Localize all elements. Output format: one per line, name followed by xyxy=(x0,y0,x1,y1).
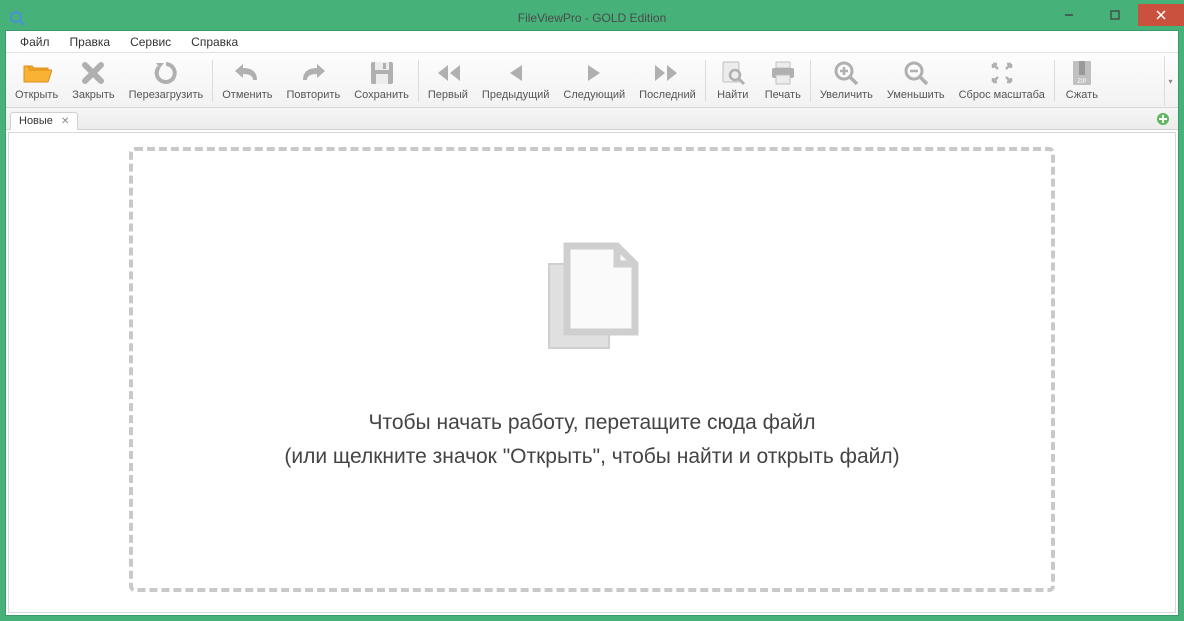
menu-file[interactable]: Файл xyxy=(10,32,60,52)
menu-help[interactable]: Справка xyxy=(181,32,248,52)
reload-icon xyxy=(151,59,181,87)
prev-icon xyxy=(501,59,531,87)
dropzone-text: Чтобы начать работу, перетащите сюда фай… xyxy=(284,406,899,473)
prev-label: Предыдущий xyxy=(482,89,549,101)
window-title: FileViewPro - GOLD Edition xyxy=(5,11,1179,25)
zoom-in-button[interactable]: Увеличить xyxy=(813,56,880,106)
separator xyxy=(1054,60,1055,102)
dropzone-line2: (или щелкните значок "Открыть", чтобы на… xyxy=(284,440,899,474)
last-button[interactable]: Последний xyxy=(632,56,703,106)
zoom-out-icon xyxy=(901,59,931,87)
maximize-button[interactable] xyxy=(1092,4,1138,26)
undo-button[interactable]: Отменить xyxy=(215,56,279,106)
first-button[interactable]: Первый xyxy=(421,56,475,106)
separator xyxy=(212,60,213,102)
first-label: Первый xyxy=(428,89,468,101)
tab-close-icon[interactable]: ✕ xyxy=(61,116,69,127)
separator xyxy=(705,60,706,102)
redo-button[interactable]: Повторить xyxy=(280,56,348,106)
folder-open-icon xyxy=(22,59,52,87)
workspace: Чтобы начать работу, перетащите сюда фай… xyxy=(8,132,1176,613)
separator xyxy=(810,60,811,102)
find-label: Найти xyxy=(717,89,748,101)
tabbar: Новые ✕ xyxy=(6,108,1178,130)
reload-button[interactable]: Перезагрузить xyxy=(122,56,211,106)
drop-zone[interactable]: Чтобы начать работу, перетащите сюда фай… xyxy=(129,147,1055,592)
toolbar: Открыть Закрыть Перезагрузить Отменить xyxy=(6,53,1178,108)
next-icon xyxy=(579,59,609,87)
find-button[interactable]: Найти xyxy=(708,56,758,106)
zoom-in-label: Увеличить xyxy=(820,89,873,101)
save-label: Сохранить xyxy=(354,89,409,101)
add-tab-button[interactable] xyxy=(1156,112,1170,126)
next-button[interactable]: Следующий xyxy=(556,56,632,106)
minimize-button[interactable] xyxy=(1046,4,1092,26)
open-label: Открыть xyxy=(15,89,58,101)
next-label: Следующий xyxy=(563,89,625,101)
find-icon xyxy=(718,59,748,87)
last-icon xyxy=(652,59,682,87)
save-icon xyxy=(367,59,397,87)
zoom-in-icon xyxy=(831,59,861,87)
redo-icon xyxy=(298,59,328,87)
separator xyxy=(418,60,419,102)
open-button[interactable]: Открыть xyxy=(8,56,65,106)
zoom-reset-label: Сброс масштаба xyxy=(959,89,1045,101)
tab-label: Новые xyxy=(19,115,53,127)
x-icon xyxy=(78,59,108,87)
undo-icon xyxy=(232,59,262,87)
reload-label: Перезагрузить xyxy=(129,89,204,101)
save-button[interactable]: Сохранить xyxy=(347,56,416,106)
compress-button[interactable]: ZIP Сжать xyxy=(1057,56,1107,106)
menu-edit[interactable]: Правка xyxy=(60,32,121,52)
zoom-out-button[interactable]: Уменьшить xyxy=(880,56,952,106)
print-label: Печать xyxy=(765,89,801,101)
close-label: Закрыть xyxy=(72,89,114,101)
close-file-button[interactable]: Закрыть xyxy=(65,56,121,106)
app-icon xyxy=(9,10,25,26)
documents-icon xyxy=(537,236,647,356)
zoom-out-label: Уменьшить xyxy=(887,89,945,101)
toolbar-overflow[interactable]: ▾ xyxy=(1164,56,1176,106)
prev-button[interactable]: Предыдущий xyxy=(475,56,556,106)
compress-label: Сжать xyxy=(1066,89,1098,101)
zoom-reset-icon xyxy=(987,59,1017,87)
zoom-reset-button[interactable]: Сброс масштаба xyxy=(952,56,1052,106)
menu-service[interactable]: Сервис xyxy=(120,32,181,52)
print-icon xyxy=(768,59,798,87)
titlebar: FileViewPro - GOLD Edition xyxy=(5,5,1179,30)
dropzone-line1: Чтобы начать работу, перетащите сюда фай… xyxy=(284,406,899,440)
first-icon xyxy=(433,59,463,87)
svg-text:ZIP: ZIP xyxy=(1077,79,1086,85)
redo-label: Повторить xyxy=(287,89,341,101)
undo-label: Отменить xyxy=(222,89,272,101)
menubar: Файл Правка Сервис Справка xyxy=(6,31,1178,53)
last-label: Последний xyxy=(639,89,696,101)
close-button[interactable] xyxy=(1138,4,1184,26)
tab-new[interactable]: Новые ✕ xyxy=(10,112,78,130)
zip-icon: ZIP xyxy=(1067,59,1097,87)
print-button[interactable]: Печать xyxy=(758,56,808,106)
